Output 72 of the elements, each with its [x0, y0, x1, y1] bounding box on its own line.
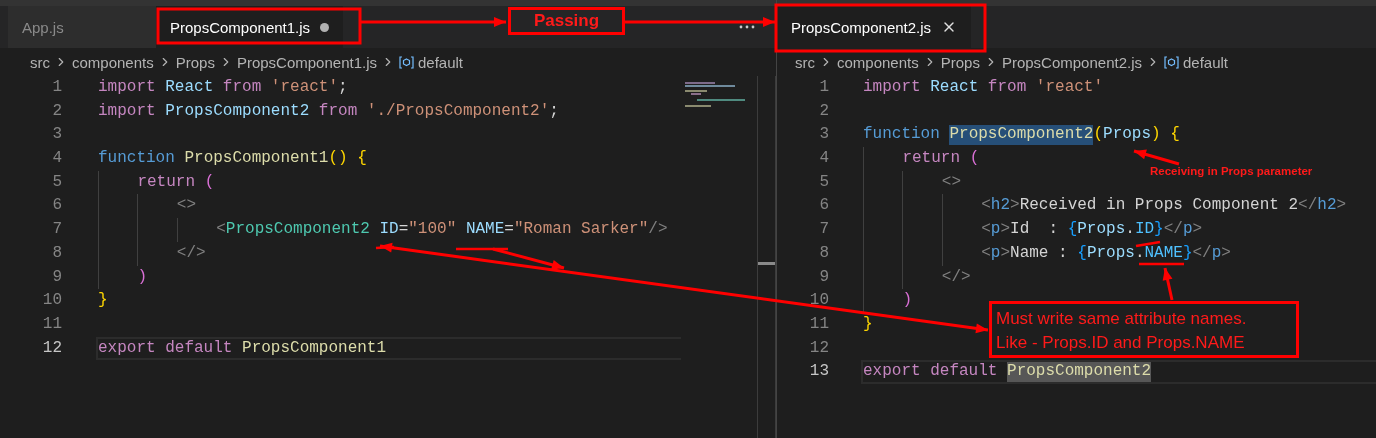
code-line: return (: [98, 172, 215, 193]
line-number: 7: [818, 219, 829, 241]
underline-mark: [456, 247, 508, 251]
code-line: ): [863, 291, 912, 311]
line-number: 8: [818, 242, 829, 264]
annotation-arrow: [1162, 267, 1174, 301]
breadcrumb-item[interactable]: Props: [940, 53, 980, 71]
minimap-drawing[interactable]: [685, 82, 745, 108]
unsaved-dot-icon: [320, 22, 330, 32]
line-number: 5: [818, 171, 829, 193]
line-number: 11: [41, 313, 62, 335]
breadcrumb-item[interactable]: src: [795, 53, 815, 71]
breadcrumb-item[interactable]: src: [30, 53, 50, 71]
annotation-arrow: [1133, 149, 1180, 166]
code-line: <>: [98, 196, 196, 217]
line-number: 6: [818, 195, 829, 217]
code-line: <h2>Received in Props Component 2</h2>: [863, 196, 1347, 217]
line-number: 2: [51, 100, 62, 122]
line-number: 7: [51, 219, 62, 241]
line-number: 12: [41, 337, 62, 359]
code-line: <p>Name : {Props.NAME}</p>: [863, 243, 1231, 264]
breadcrumb-item[interactable]: default: [418, 53, 464, 71]
breadcrumb-item[interactable]: PropsComponent1.js: [236, 53, 377, 71]
code-line: import PropsComponent2 from './PropsComponent2';: [98, 101, 559, 122]
code-line: function PropsComponent1() {: [98, 149, 367, 169]
line-number: 2: [818, 100, 829, 122]
annotation-note: Must write same attribute names. Like - Props.ID and Props.NAME: [989, 301, 1299, 358]
line-number: 13: [808, 361, 829, 383]
underline-mark: [375, 245, 395, 250]
code-line: }: [863, 314, 873, 335]
line-number: 9: [818, 266, 829, 288]
line-number: 1: [818, 77, 829, 98]
line-number: 11: [808, 313, 829, 335]
line-number: 10: [41, 290, 62, 312]
line-number: 4: [818, 148, 829, 170]
code-line: </>: [98, 243, 206, 264]
line-number: 9: [51, 266, 62, 288]
breadcrumb-item[interactable]: components: [72, 53, 154, 71]
code-line: import React from 'react';: [98, 78, 348, 98]
code-line: </>: [863, 267, 971, 288]
line-number: 8: [51, 242, 62, 264]
code-line: import React from 'react': [863, 78, 1104, 98]
code-line: <PropsComponent2 ID="100" NAME="Roman Sarker"/>: [98, 220, 668, 240]
underline-mark: [1135, 240, 1161, 248]
editor-tab[interactable]: App.js: [8, 6, 156, 48]
underline-mark: [1139, 262, 1184, 266]
breadcrumb-item[interactable]: components: [837, 53, 919, 71]
line-number: 1: [51, 77, 62, 98]
code-line: <>: [863, 172, 961, 193]
breadcrumb-item[interactable]: default: [1183, 53, 1229, 71]
code-line: function PropsComponent2(Props) {: [863, 125, 1180, 146]
code-line: <p>Id : {Props.ID}</p>: [863, 220, 1203, 240]
code-line: return (: [863, 149, 980, 169]
editor-tab[interactable]: PropsComponent2.js: [777, 6, 972, 48]
breadcrumb-item[interactable]: Props: [175, 53, 215, 71]
line-number: 6: [51, 195, 62, 217]
annotation-text: Receiving in Props parameter: [1150, 165, 1313, 177]
line-number: 4: [51, 148, 62, 170]
code-line: export default PropsComponent1: [98, 338, 387, 359]
symbol-icon: [1164, 55, 1179, 69]
line-number: 12: [808, 337, 829, 359]
breadcrumb-item[interactable]: PropsComponent2.js: [1001, 53, 1142, 71]
scrollbar[interactable]: [757, 76, 776, 438]
line-number: 5: [51, 171, 62, 193]
line-number: 3: [51, 124, 62, 146]
annotation-label: Passing: [508, 7, 625, 35]
line-number: 10: [808, 290, 829, 312]
symbol-icon: [399, 55, 414, 69]
code-line: ): [98, 267, 147, 288]
code-line: export default PropsComponent2: [863, 362, 1152, 382]
line-number: 3: [818, 124, 829, 146]
code-line: }: [98, 291, 108, 311]
